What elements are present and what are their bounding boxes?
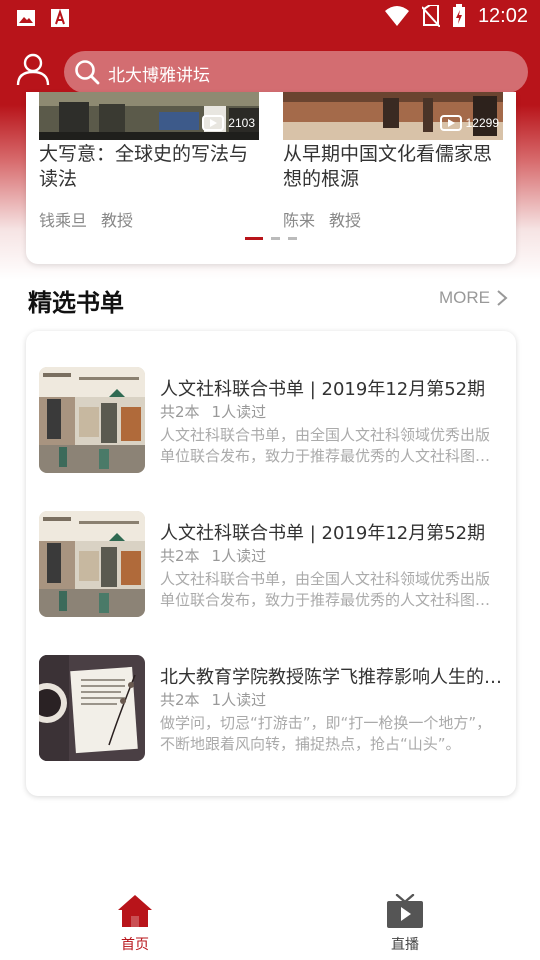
booklist-meta: 共2本 1人读过 [160, 401, 266, 422]
book-count: 共2本 [160, 691, 200, 709]
home-icon [118, 895, 152, 927]
view-count: 2103 [202, 114, 255, 132]
booklist-cover [39, 655, 145, 761]
reader-count: 1人读过 [211, 691, 267, 709]
booklist-description: 人文社科联合书单，由全国人文社科领域优秀出版单位联合发布，致力于推荐最优秀的人文… [160, 426, 491, 465]
image-icon [17, 10, 35, 26]
book-count: 共2本 [160, 403, 200, 421]
booklist-item[interactable]: 人文社科联合书单 | 2019年12月第52期 共2本 1人读过 人文社科联合书单… [26, 367, 516, 477]
section-title: 精选书单 [28, 289, 124, 317]
carousel-dot [271, 237, 280, 240]
video-icon [202, 115, 225, 131]
booklist-meta: 共2本 1人读过 [160, 689, 266, 710]
booklist-item[interactable]: 北大教育学院教授陈学飞推荐影响人生的书单 共2本 1人读过 做学问，切忌“打游击”… [26, 655, 516, 765]
author-name: 钱乘旦 [39, 211, 88, 230]
search-placeholder: 北大博雅讲坛 [108, 66, 210, 86]
wifi-icon [384, 6, 409, 26]
app-a-icon [51, 8, 69, 27]
nav-item-live[interactable]: 直播 [365, 894, 445, 954]
booklist-card: 人文社科联合书单 | 2019年12月第52期 共2本 1人读过 人文社科联合书单… [26, 331, 516, 796]
booklist-cover [39, 511, 145, 617]
more-link[interactable]: MORE [439, 288, 508, 308]
booklist-item[interactable]: 人文社科联合书单 | 2019年12月第52期 共2本 1人读过 人文社科联合书单… [26, 511, 516, 621]
book-count: 共2本 [160, 547, 200, 565]
lecture-author: 钱乘旦 教授 [39, 207, 133, 231]
view-count: 12299 [439, 114, 499, 132]
booklist-title: 人文社科联合书单 | 2019年12月第52期 [160, 379, 486, 400]
booklist-cover [39, 367, 145, 473]
more-label: MORE [439, 288, 490, 307]
author-role: 教授 [329, 211, 362, 230]
booklist-description: 人文社科联合书单，由全国人文社科领域优秀出版单位联合发布，致力于推荐最优秀的人文… [160, 570, 491, 609]
carousel-indicator [26, 237, 516, 240]
nav-label-home: 首页 [121, 937, 149, 953]
reader-count: 1人读过 [211, 403, 267, 421]
lecture-thumbnail: 2103 [39, 92, 259, 140]
nav-item-home[interactable]: 首页 [95, 894, 175, 954]
view-count-text: 2103 [228, 116, 255, 130]
lecture-title: 大写意：全球史的写法与读法 [39, 143, 249, 190]
booklist-title: 人文社科联合书单 | 2019年12月第52期 [160, 523, 486, 544]
reader-count: 1人读过 [211, 547, 267, 565]
lecture-card[interactable]: 12299 从早期中国文化看儒家思想的根源 陈来 教授 [283, 92, 503, 230]
lecture-carousel[interactable]: 2103 大写意：全球史的写法与读法 钱乘旦 教授 12299 从早期中国文化看… [26, 92, 516, 264]
booklist-meta: 共2本 1人读过 [160, 545, 266, 566]
lecture-author: 陈来 教授 [283, 207, 361, 231]
booklist-title: 北大教育学院教授陈学飞推荐影响人生的书单 [160, 667, 502, 688]
app-header: 北大博雅讲坛 [0, 46, 540, 98]
status-time: 12:02 [477, 4, 528, 27]
tv-live-icon [387, 894, 423, 928]
search-icon [75, 60, 100, 85]
author-name: 陈来 [283, 211, 316, 230]
nav-label-live: 直播 [391, 937, 419, 953]
lecture-title: 从早期中国文化看儒家思想的根源 [283, 143, 493, 190]
carousel-dot [288, 237, 297, 240]
carousel-dot [245, 237, 263, 240]
no-sim-icon [421, 5, 440, 27]
view-count-text: 12299 [465, 116, 499, 130]
booklist-description: 做学问，切忌“打游击”，即“打一枪换一个地方”，不断地跟着风向转，捕捉热点，抢占… [160, 714, 492, 753]
search-bar[interactable]: 北大博雅讲坛 [64, 51, 528, 93]
battery-charging-icon [452, 4, 465, 27]
bottom-nav: 首页 直播 [0, 882, 540, 960]
author-role: 教授 [101, 211, 134, 230]
chevron-right-icon [497, 290, 508, 306]
user-icon[interactable] [16, 52, 50, 86]
lecture-thumbnail: 12299 [283, 92, 503, 140]
lecture-card[interactable]: 2103 大写意：全球史的写法与读法 钱乘旦 教授 [39, 92, 259, 230]
video-icon [439, 115, 462, 131]
status-bar: 12:02 [0, 0, 540, 36]
